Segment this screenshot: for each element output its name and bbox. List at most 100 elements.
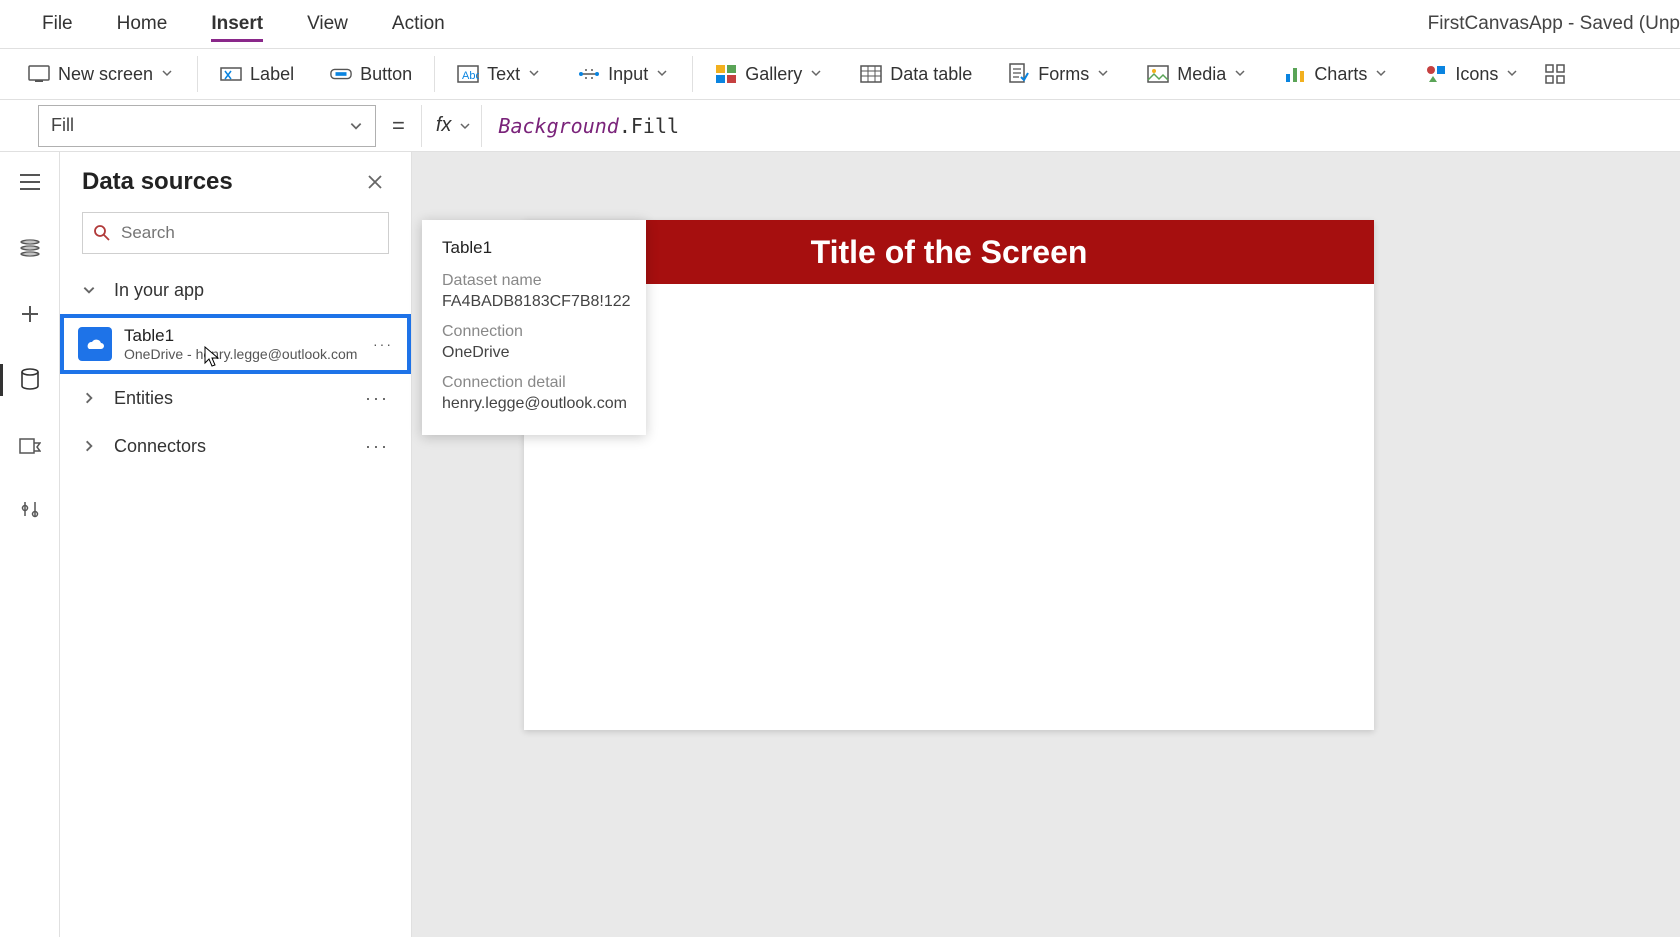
search-box[interactable] xyxy=(82,212,389,254)
charts-button-label: Charts xyxy=(1314,64,1367,85)
chevron-down-icon xyxy=(349,119,363,133)
tooltip-detail-label: Connection detail xyxy=(442,374,626,392)
input-icon xyxy=(578,63,600,85)
charts-button[interactable]: Charts xyxy=(1266,48,1407,100)
data-table-icon xyxy=(860,63,882,85)
property-selector[interactable]: Fill xyxy=(38,105,376,147)
section-label: Connectors xyxy=(114,436,206,457)
datasource-tooltip: Table1 Dataset name FA4BADB8183CF7B8!122… xyxy=(422,220,646,435)
text-button[interactable]: Abc Text xyxy=(439,48,560,100)
data-table-button[interactable]: Data table xyxy=(842,48,990,100)
chevron-down-icon xyxy=(161,67,175,81)
chevron-down-icon xyxy=(810,67,824,81)
datasource-subtitle: OneDrive - henry.legge@outlook.com xyxy=(124,346,357,362)
onedrive-icon xyxy=(78,327,112,361)
label-icon xyxy=(220,63,242,85)
ribbon-separator xyxy=(434,56,435,92)
section-connectors[interactable]: Connectors ··· xyxy=(60,422,411,470)
tooltip-dataset-value: FA4BADB8183CF7B8!122 xyxy=(442,293,626,311)
gallery-button[interactable]: Gallery xyxy=(697,48,842,100)
equals-sign: = xyxy=(386,113,411,139)
section-label: Entities xyxy=(114,388,173,409)
button-button[interactable]: Button xyxy=(312,48,430,100)
icons-icon xyxy=(1425,63,1447,85)
input-button-label: Input xyxy=(608,64,648,85)
chevron-down-icon xyxy=(1097,67,1111,81)
menu-home[interactable]: Home xyxy=(95,0,190,48)
formula-bar: Fill = fx Background.Fill xyxy=(0,100,1680,152)
chevron-down-icon xyxy=(528,67,542,81)
data-sources-panel: Data sources In your app Table1 OneDrive xyxy=(60,152,412,937)
entities-more-button[interactable]: ··· xyxy=(365,388,389,409)
data-table-button-label: Data table xyxy=(890,64,972,85)
screen-icon xyxy=(28,63,50,85)
forms-button[interactable]: Forms xyxy=(990,48,1129,100)
forms-icon xyxy=(1008,63,1030,85)
media-button[interactable]: Media xyxy=(1129,48,1266,100)
datasource-more-button[interactable]: ··· xyxy=(373,336,393,352)
tooltip-connection-label: Connection xyxy=(442,323,626,341)
chevron-down-icon xyxy=(656,67,670,81)
label-button-label: Label xyxy=(250,64,294,85)
tooltip-connection-value: OneDrive xyxy=(442,344,626,362)
icons-button[interactable]: Icons xyxy=(1407,48,1538,100)
advanced-tools-button[interactable] xyxy=(10,492,50,532)
app-title: FirstCanvasApp - Saved (Unp xyxy=(1428,13,1680,35)
forms-button-label: Forms xyxy=(1038,64,1089,85)
chevron-right-icon xyxy=(82,391,100,405)
icons-button-label: Icons xyxy=(1455,64,1498,85)
gallery-button-label: Gallery xyxy=(745,64,802,85)
tree-view-button[interactable] xyxy=(10,228,50,268)
screen-title-bar[interactable]: Title of the Screen xyxy=(524,220,1374,284)
panel-header: Data sources xyxy=(60,152,411,202)
main-area: Data sources In your app Table1 OneDrive xyxy=(0,152,1680,937)
menu-insert[interactable]: Insert xyxy=(189,0,285,48)
chevron-right-icon xyxy=(82,439,100,453)
datasource-name: Table1 xyxy=(124,326,357,346)
menu-view[interactable]: View xyxy=(285,0,370,48)
tooltip-dataset-label: Dataset name xyxy=(442,272,626,290)
chevron-down-icon xyxy=(1375,67,1389,81)
formula-token-object: Background xyxy=(498,114,618,138)
datasource-item-table1[interactable]: Table1 OneDrive - henry.legge@outlook.co… xyxy=(60,314,411,374)
connectors-more-button[interactable]: ··· xyxy=(365,436,389,457)
formula-token-dot: . xyxy=(619,114,631,138)
menu-file[interactable]: File xyxy=(20,0,95,48)
app-canvas[interactable]: Title of the Screen xyxy=(524,220,1374,730)
formula-token-prop: Fill xyxy=(631,114,679,138)
ribbon-separator xyxy=(197,56,198,92)
close-panel-button[interactable] xyxy=(361,168,389,196)
media-rail-button[interactable] xyxy=(10,426,50,466)
grid-button[interactable] xyxy=(1538,48,1572,100)
gallery-icon xyxy=(715,63,737,85)
svg-text:Abc: Abc xyxy=(462,70,479,82)
button-button-label: Button xyxy=(360,64,412,85)
media-icon xyxy=(1147,63,1169,85)
button-icon xyxy=(330,63,352,85)
menu-bar: File Home Insert View Action FirstCanvas… xyxy=(0,0,1680,48)
datasource-texts: Table1 OneDrive - henry.legge@outlook.co… xyxy=(124,326,357,362)
insert-button[interactable] xyxy=(10,294,50,334)
property-selector-value: Fill xyxy=(51,115,74,136)
data-button[interactable] xyxy=(10,360,50,400)
section-in-your-app[interactable]: In your app xyxy=(60,266,411,314)
chevron-down-icon xyxy=(459,120,471,132)
fx-button[interactable]: fx xyxy=(421,105,472,147)
search-icon xyxy=(93,224,111,242)
search-input[interactable] xyxy=(121,223,378,243)
fx-label: fx xyxy=(436,114,452,137)
formula-input[interactable]: Background.Fill xyxy=(481,105,1670,147)
new-screen-label: New screen xyxy=(58,64,153,85)
label-button[interactable]: Label xyxy=(202,48,312,100)
menu-action[interactable]: Action xyxy=(370,0,467,48)
screen-title-text: Title of the Screen xyxy=(811,234,1088,271)
hamburger-button[interactable] xyxy=(10,162,50,202)
left-rail xyxy=(0,152,60,937)
panel-title: Data sources xyxy=(82,168,233,196)
tooltip-title: Table1 xyxy=(442,238,626,258)
text-icon: Abc xyxy=(457,63,479,85)
section-entities[interactable]: Entities ··· xyxy=(60,374,411,422)
grid-icon xyxy=(1544,63,1566,85)
input-button[interactable]: Input xyxy=(560,48,688,100)
new-screen-button[interactable]: New screen xyxy=(10,48,193,100)
